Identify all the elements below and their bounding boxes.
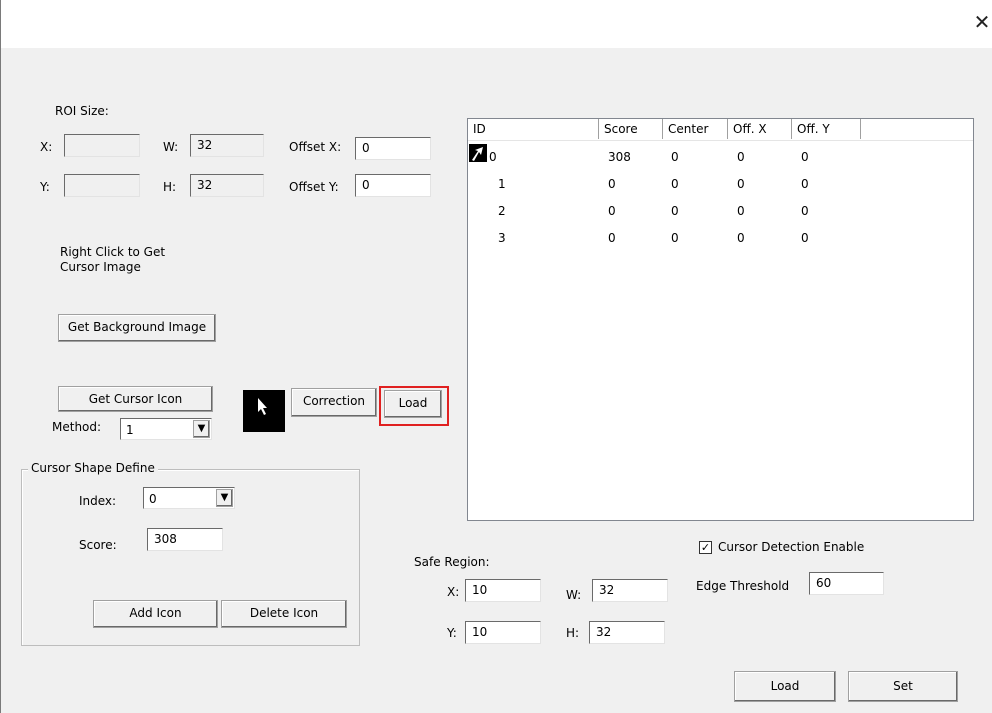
table-row-0-offx: 0	[737, 150, 745, 164]
get-cursor-icon-button[interactable]: Get Cursor Icon	[58, 386, 213, 412]
table-row-2-id[interactable]: 2	[498, 203, 506, 219]
roi-x-label: X:	[40, 140, 53, 154]
table-row-2-offy: 0	[801, 204, 809, 218]
roi-w-label: W:	[163, 140, 179, 154]
table-row-3-id[interactable]: 3	[498, 230, 506, 246]
method-value: 1	[126, 423, 134, 437]
offset-x-label: Offset X:	[289, 140, 342, 154]
table-row-1-offx: 0	[737, 177, 745, 191]
table-row-1-id[interactable]: 1	[498, 176, 506, 192]
column-header-offy[interactable]: Off. Y	[792, 119, 861, 139]
table-row-3-offy: 0	[801, 231, 809, 245]
column-header-id[interactable]: ID	[468, 119, 599, 139]
column-header-center[interactable]: Center	[663, 119, 728, 139]
cursor-detection-checkbox[interactable]: ✓	[699, 541, 712, 554]
chevron-down-icon[interactable]: ▼	[216, 489, 233, 507]
window-border	[0, 0, 1, 713]
roi-y-label: Y:	[40, 180, 50, 194]
list-header: ID Score Center Off. X Off. Y	[468, 119, 973, 141]
safe-w-label: W:	[566, 588, 582, 602]
table-row-2-score: 0	[608, 204, 616, 218]
offset-y-label: Offset Y:	[289, 180, 339, 194]
chevron-down-icon[interactable]: ▼	[193, 420, 210, 438]
column-header-score[interactable]: Score	[599, 119, 663, 139]
delete-icon-button[interactable]: Delete Icon	[221, 600, 347, 628]
add-icon-button[interactable]: Add Icon	[93, 600, 218, 628]
table-row-0-score: 308	[608, 150, 631, 164]
table-row-3-score: 0	[608, 231, 616, 245]
table-row-1-score: 0	[608, 177, 616, 191]
method-select[interactable]: 1 ▼	[120, 418, 212, 440]
edge-threshold-label: Edge Threshold	[696, 579, 790, 593]
score-label: Score:	[79, 538, 117, 552]
cursor-detection-label[interactable]: Cursor Detection Enable	[718, 539, 864, 555]
table-row-3-offx: 0	[737, 231, 745, 245]
index-value: 0	[149, 492, 157, 506]
safe-x-label: X:	[447, 585, 460, 599]
safe-h-label: H:	[566, 626, 580, 640]
roi-y-field[interactable]	[64, 174, 140, 197]
cursor-thumbnail	[243, 390, 285, 432]
safe-w-input[interactable]: 32	[592, 579, 668, 602]
table-row-0-id[interactable]: 0	[489, 149, 497, 165]
column-header-offx[interactable]: Off. X	[728, 119, 792, 139]
table-row-3-center: 0	[671, 231, 679, 245]
roi-h-field[interactable]: 32	[190, 174, 264, 197]
table-row-0-offy: 0	[801, 150, 809, 164]
table-row-1-offy: 0	[801, 177, 809, 191]
title-bar	[0, 0, 992, 48]
offset-x-input[interactable]: 0	[355, 137, 431, 160]
set-button[interactable]: Set	[848, 671, 958, 702]
load-button[interactable]: Load	[384, 390, 442, 418]
method-label: Method:	[52, 420, 102, 434]
icon-list-view[interactable]: ID Score Center Off. X Off. Y 0 308 0 0 …	[467, 118, 974, 521]
correction-button[interactable]: Correction	[291, 388, 377, 417]
safe-y-input[interactable]: 10	[465, 621, 541, 644]
score-input[interactable]: 308	[147, 528, 223, 551]
hint-line-2: Cursor Image	[60, 260, 141, 274]
row-cursor-icon	[469, 144, 487, 162]
table-row-0-center: 0	[671, 150, 679, 164]
cursor-arrow-icon	[472, 147, 483, 161]
safe-y-label: Y:	[447, 626, 457, 640]
close-icon[interactable]: ✕	[972, 12, 992, 32]
index-label: Index:	[79, 494, 117, 508]
get-background-image-button[interactable]: Get Background Image	[58, 314, 216, 342]
index-select[interactable]: 0 ▼	[143, 487, 235, 509]
hint-line-1: Right Click to Get	[60, 245, 166, 259]
table-row-2-offx: 0	[737, 204, 745, 218]
offset-y-input[interactable]: 0	[355, 174, 431, 197]
roi-w-field[interactable]: 32	[190, 134, 264, 157]
cursor-arrow-icon	[258, 398, 267, 415]
safe-x-input[interactable]: 10	[465, 579, 541, 602]
table-row-1-center: 0	[671, 177, 679, 191]
edge-threshold-input[interactable]: 60	[809, 572, 884, 595]
roi-size-title: ROI Size:	[55, 104, 109, 118]
table-row-2-center: 0	[671, 204, 679, 218]
load-bottom-button[interactable]: Load	[734, 671, 836, 702]
safe-region-title: Safe Region:	[414, 555, 490, 569]
roi-x-field[interactable]	[64, 134, 140, 157]
cursor-shape-title: Cursor Shape Define	[28, 461, 158, 475]
roi-h-label: H:	[163, 180, 177, 194]
safe-h-input[interactable]: 32	[589, 621, 665, 644]
